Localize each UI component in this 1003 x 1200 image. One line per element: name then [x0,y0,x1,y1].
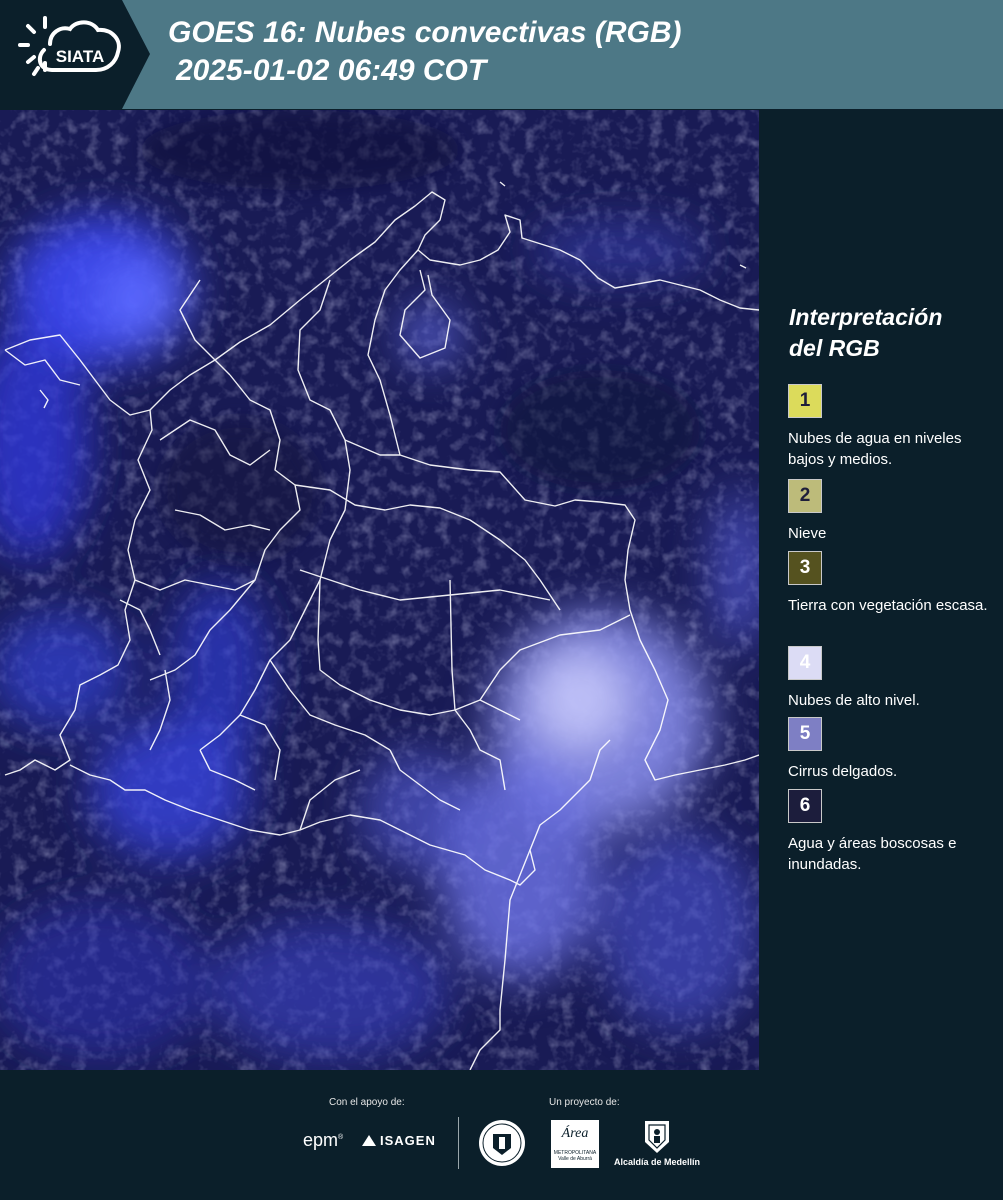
area-logo-sub2: Valle de Aburrá [558,1156,592,1162]
area-metropolitana-logo[interactable]: Área METROPOLITANA Valle de Aburrá [551,1120,599,1168]
logo-text: SIATA [56,47,104,66]
footer: Con el apoyo de: Un proyecto de: epm® IS… [0,1070,1003,1200]
alcaldia-logo-text: Alcaldía de Medellín [613,1157,701,1167]
isagen-logo[interactable]: ISAGEN [362,1133,436,1148]
legend-swatch-6: 6 [788,789,822,823]
legend-label-1: Nubes de agua en niveles bajos y medios. [788,430,962,468]
satellite-map[interactable] [0,110,759,1070]
legend-label-4: Nubes de alto nivel. [788,692,920,709]
alcaldia-shield-icon [645,1121,669,1153]
legend-swatch-3: 3 [788,551,822,585]
isagen-mark-icon [362,1135,376,1146]
legend-item-2: 2 Nieve [788,479,998,544]
medellin-seal-logo[interactable] [477,1118,527,1168]
support-label: Con el apoyo de: [329,1097,405,1108]
legend-title-line-1: Interpretación [789,304,943,330]
legend-label-6: Agua y áreas boscosas e inundadas. [788,835,957,873]
epm-logo-text: epm [303,1130,339,1150]
page-title: GOES 16: Nubes convectivas (RGB) 2025-01… [168,14,682,90]
alcaldia-logo[interactable]: Alcaldía de Medellín [612,1118,702,1172]
legend-title-line-2: del RGB [789,335,880,361]
header-bar: SIATA GOES 16: Nubes convectivas (RGB) 2… [0,0,1003,109]
epm-logo[interactable]: epm® [303,1130,343,1151]
legend-label-2: Nieve [788,525,827,542]
area-logo-main: Área [561,1126,589,1141]
legend-item-4: 4 Nubes de alto nivel. [788,646,998,711]
legend-label-5: Cirrus delgados. [788,763,898,780]
project-label: Un proyecto de: [549,1097,620,1108]
legend-item-3: 3 Tierra con vegetación escasa. [788,551,998,616]
title-line-1: GOES 16: Nubes convectivas (RGB) [168,16,682,49]
legend-item-6: 6 Agua y áreas boscosas e inundadas. [788,789,998,875]
footer-divider [458,1117,459,1169]
legend-swatch-5: 5 [788,717,822,751]
legend-label-3: Tierra con vegetación escasa. [788,597,988,614]
legend-swatch-4: 4 [788,646,822,680]
title-line-2: 2025-01-02 06:49 COT [176,54,487,87]
legend-swatch-1: 1 [788,384,822,418]
isagen-logo-text: ISAGEN [380,1133,436,1148]
legend-panel: Interpretación del RGB 1 Nubes de agua e… [760,110,1003,1070]
legend-item-1: 1 Nubes de agua en niveles bajos y medio… [788,384,998,470]
legend-title: Interpretación del RGB [789,302,942,364]
legend-swatch-2: 2 [788,479,822,513]
legend-item-5: 5 Cirrus delgados. [788,717,998,782]
siata-logo[interactable]: SIATA [0,0,150,109]
